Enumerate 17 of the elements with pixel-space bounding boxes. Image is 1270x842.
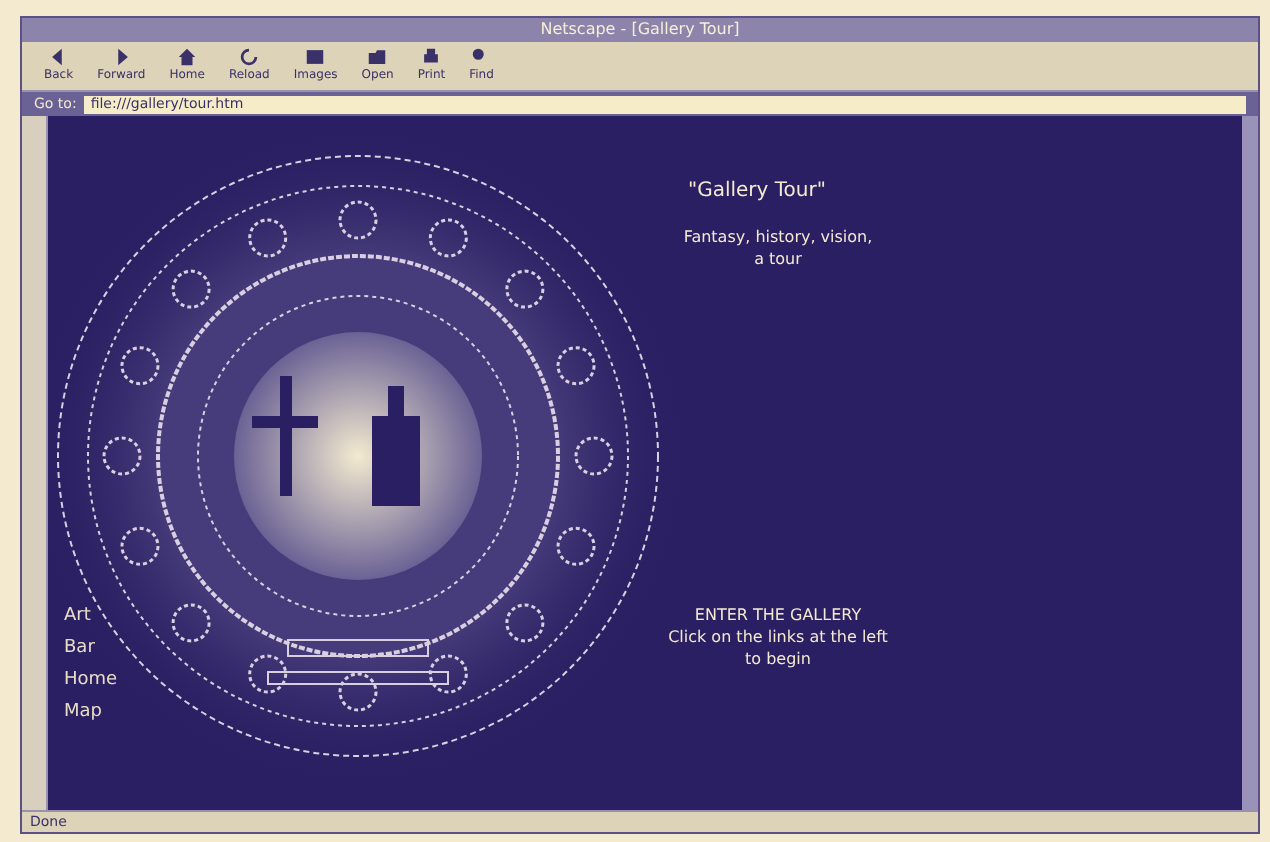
nav-link[interactable]: Home: [64, 670, 548, 690]
footer-text: ENTER THE GALLERY: [692, 604, 864, 626]
footer-text: Click on the links at the left: [666, 626, 890, 648]
intro-text: a tour: [752, 248, 804, 270]
scrollbar[interactable]: [1242, 116, 1258, 810]
window-title: Netscape - [Gallery Tour]: [22, 18, 1258, 42]
nav-link[interactable]: Bar: [64, 638, 548, 658]
square-icon: [304, 46, 327, 68]
house-icon: [176, 46, 199, 68]
intro-text: Fantasy, history, vision,: [681, 226, 875, 248]
circular-arrow-icon: [238, 46, 261, 68]
printer-icon: [420, 46, 443, 68]
page-title: "Gallery Tour": [688, 180, 828, 202]
footer-text: to begin: [743, 648, 813, 670]
nav-link[interactable]: Map: [64, 702, 548, 722]
nav-link[interactable]: Art: [64, 606, 548, 626]
folder-icon: [366, 46, 389, 68]
